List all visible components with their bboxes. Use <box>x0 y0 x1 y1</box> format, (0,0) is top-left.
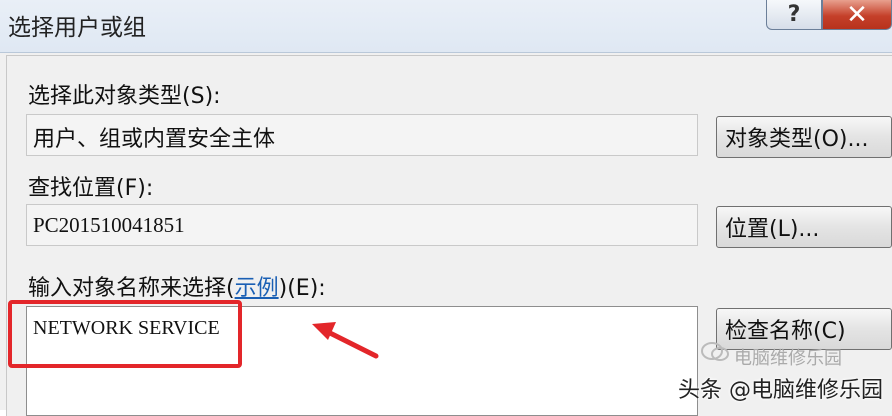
location-label-colon: : <box>145 176 154 201</box>
close-button[interactable]: ✕ <box>822 0 892 30</box>
object-names-label-key: (E) <box>287 276 319 301</box>
wechat-icon <box>701 342 729 361</box>
title-bar: 选择用户或组 ? ✕ <box>0 0 892 53</box>
object-types-button[interactable]: 对象类型(O)... <box>716 116 892 158</box>
watermark-logo-text: 电脑维修乐园 <box>734 348 842 369</box>
examples-link-close: ) <box>278 276 288 301</box>
object-names-label-colon: : <box>318 276 326 301</box>
examples-link[interactable]: 示例 <box>235 276 279 301</box>
watermark-text: 头条 @电脑维修乐园 <box>678 378 883 403</box>
object-type-field: 用户、组或内置安全主体 <box>26 114 698 156</box>
object-type-label: 选择此对象类型(S): <box>28 78 221 110</box>
annotation-arrow-icon <box>312 322 379 359</box>
location-label: 查找位置(F): <box>28 170 153 202</box>
object-type-label-text: 选择此对象类型 <box>28 84 183 109</box>
help-button[interactable]: ? <box>766 0 822 30</box>
locations-button[interactable]: 位置(L)... <box>716 206 892 248</box>
location-label-text: 查找位置 <box>28 176 117 201</box>
examples-link-open: ( <box>226 276 235 301</box>
object-names-label: 输入对象名称来选择(示例)(E): <box>28 270 326 302</box>
highlight-box <box>8 300 242 368</box>
location-field: PC201510041851 <box>26 204 698 246</box>
window-title: 选择用户或组 <box>8 15 146 41</box>
location-label-key: (F) <box>116 176 146 201</box>
object-names-label-text: 输入对象名称来选择 <box>28 276 227 301</box>
object-type-label-key: (S) <box>182 84 214 109</box>
object-type-label-colon: : <box>213 84 221 109</box>
